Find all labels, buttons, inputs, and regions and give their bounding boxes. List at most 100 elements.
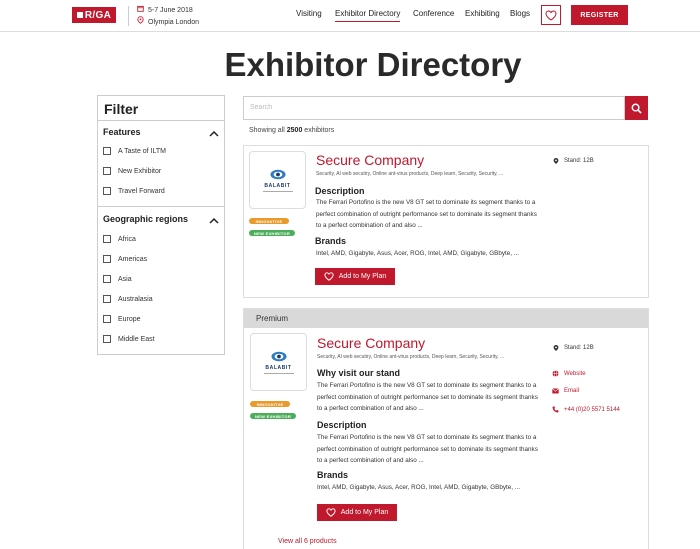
- rga-logo[interactable]: R/GA: [72, 7, 116, 23]
- checkbox[interactable]: [103, 255, 111, 263]
- company-logo[interactable]: BALABIT: [250, 333, 307, 391]
- logo-word: BALABIT: [265, 364, 292, 371]
- filter-option[interactable]: New Exhibitor: [103, 167, 161, 175]
- website-label: Website: [564, 370, 586, 377]
- filter-option[interactable]: A Taste of ILTM: [103, 147, 166, 155]
- logo-underline: [262, 190, 293, 192]
- header-divider: [128, 6, 129, 26]
- calendar-icon: [137, 5, 144, 16]
- stand-label: Stand: 12B: [564, 345, 594, 351]
- stand-info: Stand: 12B: [553, 344, 594, 352]
- logo-underline: [263, 372, 294, 374]
- email-link[interactable]: Email: [552, 388, 579, 394]
- premium-band: Premium: [244, 309, 648, 328]
- filter-section-features[interactable]: Features: [103, 127, 141, 137]
- description-heading: Description: [315, 186, 365, 196]
- heart-icon: [545, 9, 557, 21]
- website-link[interactable]: Website: [552, 370, 586, 377]
- add-to-plan-button[interactable]: Add to My Plan: [317, 504, 397, 521]
- filter-option[interactable]: Travel Forward: [103, 187, 165, 195]
- chevron-up-icon[interactable]: [209, 216, 219, 226]
- checkbox[interactable]: [103, 275, 111, 283]
- nav-blogs[interactable]: Blogs: [510, 9, 530, 18]
- description-text: The Ferrari Portofino is the new V8 GT s…: [316, 199, 537, 229]
- filter-section-regions[interactable]: Geographic regions: [103, 214, 188, 224]
- company-tags: Security, AI web secutiry, Online ant-vi…: [317, 354, 505, 360]
- filter-option-label: Middle East: [118, 335, 155, 343]
- logo-word: BALABIT: [264, 182, 291, 189]
- phone-icon: [552, 406, 559, 413]
- filter-option[interactable]: Australasia: [103, 295, 153, 303]
- exhibitor-card-premium: Premium BALABIT INNOVATIVE NEW EXHIBITOR…: [243, 308, 649, 549]
- results-number: 2500: [286, 127, 303, 134]
- phone-label: +44 (0)20 5571 5144: [564, 406, 620, 413]
- why-visit-heading: Why visit our stand: [317, 368, 401, 378]
- nav-exhibiting[interactable]: Exhibiting: [465, 9, 500, 18]
- event-venue: Olympia London: [148, 18, 199, 26]
- brands-heading: Brands: [317, 470, 349, 480]
- stand-label: Stand: 12B: [564, 158, 594, 164]
- location-pin-icon: [553, 158, 559, 164]
- phone-link[interactable]: +44 (0)20 5571 5144: [552, 406, 620, 413]
- checkbox[interactable]: [103, 187, 111, 195]
- checkbox[interactable]: [103, 335, 111, 343]
- envelope-icon: [552, 388, 559, 394]
- filter-option-label: Travel Forward: [118, 187, 165, 195]
- filter-option-label: Americas: [118, 255, 148, 263]
- register-button[interactable]: REGISTER: [571, 5, 628, 25]
- my-plan-button[interactable]: [541, 5, 561, 25]
- location-pin-icon: [553, 345, 559, 351]
- filter-option-label: Australasia: [118, 295, 153, 303]
- nav-visiting[interactable]: Visiting: [296, 9, 322, 18]
- search-icon: [631, 103, 642, 114]
- exhibitor-card: BALABIT INNOVATIVE NEW EXHIBITOR Secure …: [243, 145, 649, 298]
- filter-panel: Filter Features A Taste of ILTM New Exhi…: [97, 95, 225, 355]
- company-logo[interactable]: BALABIT: [249, 151, 306, 209]
- filter-option-label: Africa: [118, 235, 136, 243]
- description-heading: Description: [317, 420, 367, 430]
- location-pin-icon: [137, 16, 144, 28]
- brands-list: Intel, AMD, Gigabyte, Asus, Acer, ROG, I…: [317, 484, 520, 491]
- filter-option[interactable]: Asia: [103, 275, 132, 283]
- chevron-up-icon[interactable]: [209, 129, 219, 139]
- globe-icon: [552, 370, 559, 377]
- event-info: 5-7 June 2018 Olympia London: [137, 5, 199, 28]
- filter-option-label: A Taste of ILTM: [118, 147, 166, 155]
- filter-divider: [98, 120, 224, 121]
- checkbox[interactable]: [103, 147, 111, 155]
- nav-exhibitor-directory[interactable]: Exhibitor Directory: [335, 9, 401, 22]
- filter-option-label: Europe: [118, 315, 141, 323]
- view-all-products-link[interactable]: View all 6 products: [278, 538, 337, 545]
- add-to-plan-button[interactable]: Add to My Plan: [315, 268, 395, 285]
- heart-icon: [324, 272, 334, 281]
- filter-option[interactable]: Middle East: [103, 335, 155, 343]
- company-name[interactable]: Secure Company: [316, 152, 424, 168]
- search-input[interactable]: Search: [243, 96, 625, 120]
- filter-option[interactable]: Europe: [103, 315, 141, 323]
- email-label: Email: [564, 388, 580, 394]
- filter-option[interactable]: Africa: [103, 235, 136, 243]
- filter-divider: [98, 206, 224, 207]
- company-name[interactable]: Secure Company: [317, 335, 425, 351]
- new-exhibitor-badge: NEW EXHIBITOR: [250, 413, 296, 419]
- event-date: 5-7 June 2018: [148, 7, 193, 14]
- checkbox[interactable]: [103, 167, 111, 175]
- results-prefix: Showing all: [249, 127, 285, 134]
- filter-option[interactable]: Americas: [103, 255, 147, 263]
- checkbox[interactable]: [103, 315, 111, 323]
- nav-conference[interactable]: Conference: [413, 9, 454, 18]
- page-title: Exhibitor Directory: [224, 46, 522, 83]
- balabit-eye-icon: [270, 169, 285, 179]
- heart-icon: [326, 508, 336, 517]
- filter-option-label: New Exhibitor: [118, 167, 162, 175]
- checkbox[interactable]: [103, 295, 111, 303]
- stand-info: Stand: 12B: [553, 157, 594, 165]
- logo-text: R/GA: [84, 9, 112, 21]
- why-visit-text: The Ferrari Portofino is the new V8 GT s…: [317, 382, 538, 412]
- description-text: The Ferrari Portofino is the new V8 GT s…: [317, 434, 538, 464]
- innovative-badge: INNOVATIVE: [250, 401, 290, 407]
- checkbox[interactable]: [103, 235, 111, 243]
- add-to-plan-label: Add to My Plan: [340, 509, 389, 516]
- search-button[interactable]: [625, 96, 648, 120]
- new-exhibitor-badge: NEW EXHIBITOR: [249, 230, 295, 236]
